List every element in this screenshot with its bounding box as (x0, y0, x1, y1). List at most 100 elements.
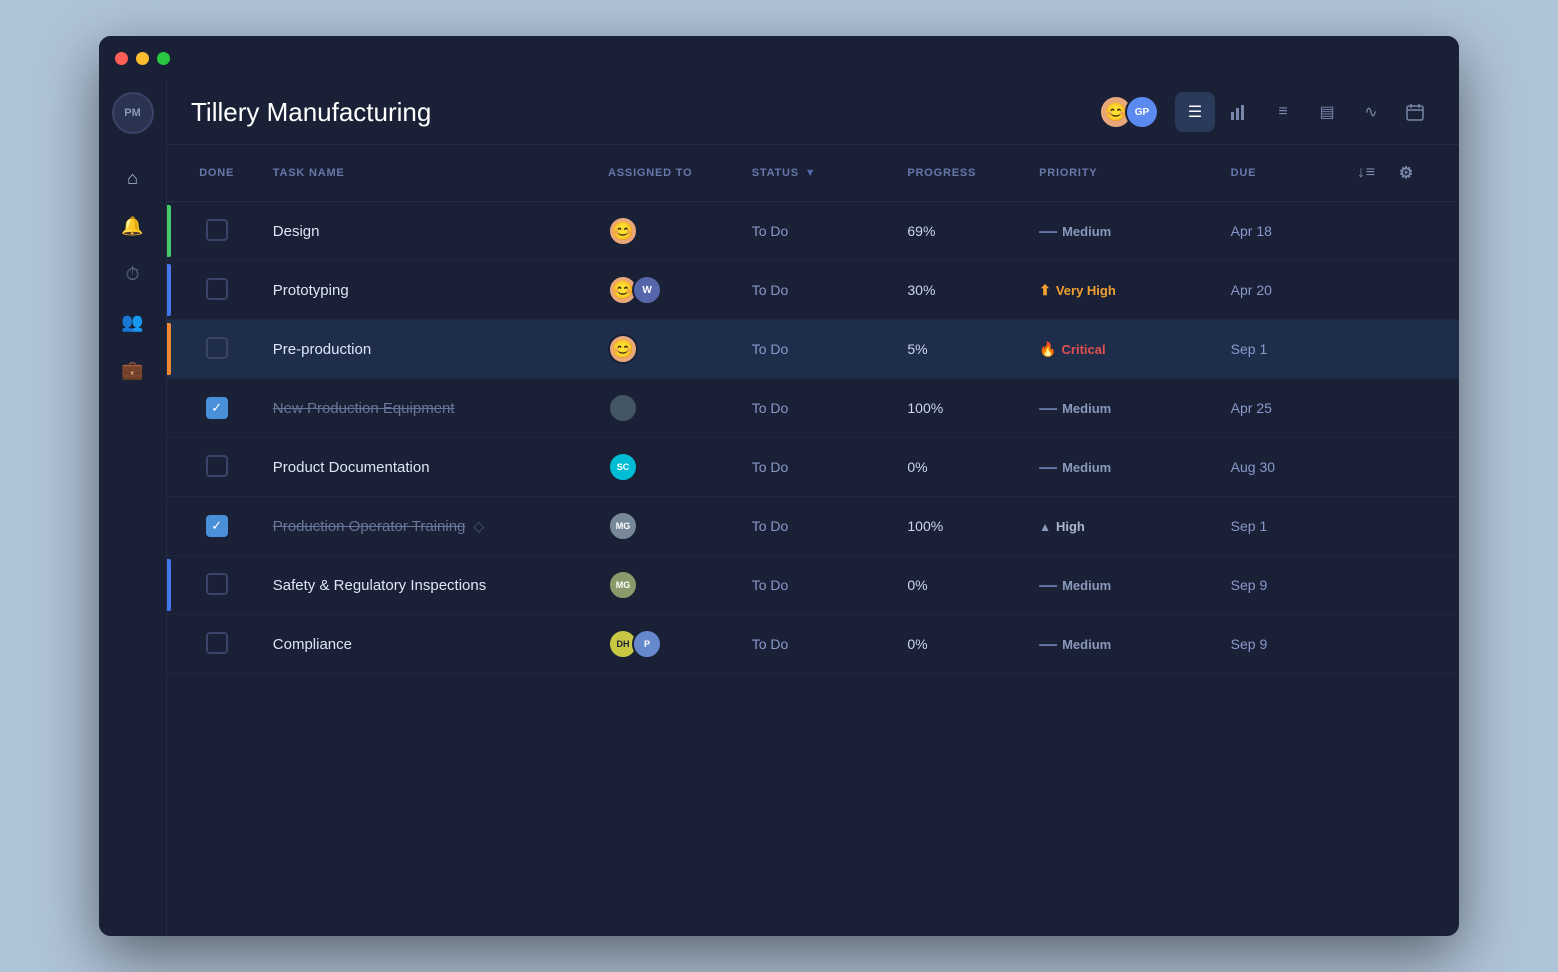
status-cell: To Do (736, 320, 892, 379)
assigned-avatar[interactable]: P (632, 629, 662, 659)
logo-text: PM (124, 107, 141, 119)
column-filter-icon[interactable]: ⚙ (1390, 157, 1422, 189)
table-row[interactable]: Safety & Regulatory InspectionsMGTo Do0%… (167, 556, 1459, 615)
done-cell (177, 556, 257, 615)
header-avatars: 😊 GP (1099, 95, 1159, 129)
status-cell: To Do (736, 556, 892, 615)
task-checkbox[interactable] (206, 219, 228, 241)
minimize-button[interactable] (136, 52, 149, 65)
priority-very-high: ⬆ Very High (1039, 282, 1116, 299)
assigned-cell: MG (592, 556, 736, 615)
done-cell (177, 261, 257, 320)
view-pulse[interactable]: ∿ (1351, 92, 1391, 132)
th-status: STATUS ▼ (736, 145, 892, 202)
assigned-avatar[interactable]: MG (608, 570, 638, 600)
task-checkbox[interactable] (206, 573, 228, 595)
view-filter[interactable]: ≡ (1263, 92, 1303, 132)
task-name-cell: Design (257, 202, 592, 261)
sidebar-item-home[interactable]: ⌂ (113, 158, 153, 198)
task-name-text: New Production Equipment (273, 400, 455, 417)
view-table[interactable]: ▤ (1307, 92, 1347, 132)
sidebar-item-projects[interactable]: 💼 (113, 350, 153, 390)
due-cell: Apr 18 (1215, 202, 1335, 261)
view-list[interactable]: ☰ (1175, 92, 1215, 132)
done-cell (177, 438, 257, 497)
task-checkbox[interactable]: ✓ (206, 515, 228, 537)
assigned-cell: 😊 (592, 202, 736, 261)
th-task: TASK NAME (257, 145, 592, 202)
th-assigned: ASSIGNED TO (592, 145, 736, 202)
sidebar-item-notifications[interactable]: 🔔 (113, 206, 153, 246)
task-checkbox[interactable] (206, 278, 228, 300)
sidebar-item-people[interactable]: 👥 (113, 302, 153, 342)
status-cell: To Do (736, 497, 892, 556)
assigned-avatar[interactable]: MG (608, 511, 638, 541)
task-name-text: Compliance (273, 636, 352, 653)
task-checkbox[interactable] (206, 632, 228, 654)
task-checkbox[interactable]: ✓ (206, 397, 228, 419)
sidebar: PM ⌂ 🔔 ⏱ 👥 💼 (99, 80, 167, 936)
status-text: To Do (752, 400, 789, 416)
status-cell: To Do (736, 379, 892, 438)
progress-cell: 5% (891, 320, 1023, 379)
row-indicator (167, 202, 177, 261)
row-indicator (167, 438, 177, 497)
assigned-avatar[interactable]: 😊 (608, 216, 638, 246)
diamond-icon: ◇ (473, 518, 484, 535)
task-name-cell: Safety & Regulatory Inspections (257, 556, 592, 615)
task-name-cell: Product Documentation (257, 438, 592, 497)
view-chart[interactable] (1219, 92, 1259, 132)
close-button[interactable] (115, 52, 128, 65)
table-row[interactable]: Prototyping😊WTo Do30%⬆ Very HighApr 20 (167, 261, 1459, 320)
due-cell: Sep 1 (1215, 320, 1335, 379)
due-date: Apr 20 (1231, 282, 1272, 298)
due-cell: Sep 1 (1215, 497, 1335, 556)
assigned-avatar[interactable]: SC (608, 452, 638, 482)
progress-value: 5% (907, 341, 927, 357)
assigned-avatar[interactable] (608, 393, 638, 423)
maximize-button[interactable] (157, 52, 170, 65)
table-row[interactable]: Design😊To Do69%— MediumApr 18 (167, 202, 1459, 261)
main-content: Tillery Manufacturing 😊 GP ☰ ≡ (167, 80, 1459, 936)
table-row[interactable]: ComplianceDHPTo Do0%— MediumSep 9 (167, 615, 1459, 674)
app-logo[interactable]: PM (112, 92, 154, 134)
task-name-text: Safety & Regulatory Inspections (273, 577, 486, 594)
task-checkbox[interactable] (206, 455, 228, 477)
table-row[interactable]: Pre-production😊To Do5%🔥 CriticalSep 1 (167, 320, 1459, 379)
table-row[interactable]: ✓ New Production Equipment To Do 100% — Medi… (167, 379, 1459, 438)
avatar-gp[interactable]: GP (1125, 95, 1159, 129)
task-checkbox[interactable] (206, 337, 228, 359)
view-calendar[interactable] (1395, 92, 1435, 132)
row-indicator (167, 497, 177, 556)
due-date: Apr 18 (1231, 223, 1272, 239)
row-indicator (167, 261, 177, 320)
task-table-container: DONE TASK NAME ASSIGNED TO STATUS ▼ (167, 145, 1459, 936)
priority-cell: — Medium (1023, 379, 1215, 438)
th-priority: PRIORITY (1023, 145, 1215, 202)
progress-value: 0% (907, 636, 927, 652)
status-text: To Do (752, 223, 789, 239)
table-row[interactable]: Product DocumentationSCTo Do0%— MediumAu… (167, 438, 1459, 497)
th-indicator (167, 145, 177, 202)
done-cell: ✓ (177, 497, 257, 556)
assigned-avatar[interactable]: 😊 (608, 334, 638, 364)
table-row[interactable]: ✓Production Operator Training◇MGTo Do100… (167, 497, 1459, 556)
priority-medium: — Medium (1039, 222, 1111, 240)
row-actions-cell (1334, 615, 1459, 674)
assigned-cell (592, 379, 736, 438)
done-cell: ✓ (177, 379, 257, 438)
status-text: To Do (752, 282, 789, 298)
assigned-avatar[interactable]: W (632, 275, 662, 305)
sidebar-item-time[interactable]: ⏱ (113, 254, 153, 294)
status-text: To Do (752, 459, 789, 475)
status-text: To Do (752, 518, 789, 534)
row-actions-cell (1334, 497, 1459, 556)
status-text: To Do (752, 636, 789, 652)
progress-value: 100% (907, 400, 943, 416)
assigned-cell: MG (592, 497, 736, 556)
priority-cell: — Medium (1023, 615, 1215, 674)
sort-icon[interactable]: ↓≡ (1350, 157, 1382, 189)
priority-cell: — Medium (1023, 438, 1215, 497)
progress-cell: 100% (891, 497, 1023, 556)
status-sort-icon[interactable]: ▼ (805, 167, 817, 179)
